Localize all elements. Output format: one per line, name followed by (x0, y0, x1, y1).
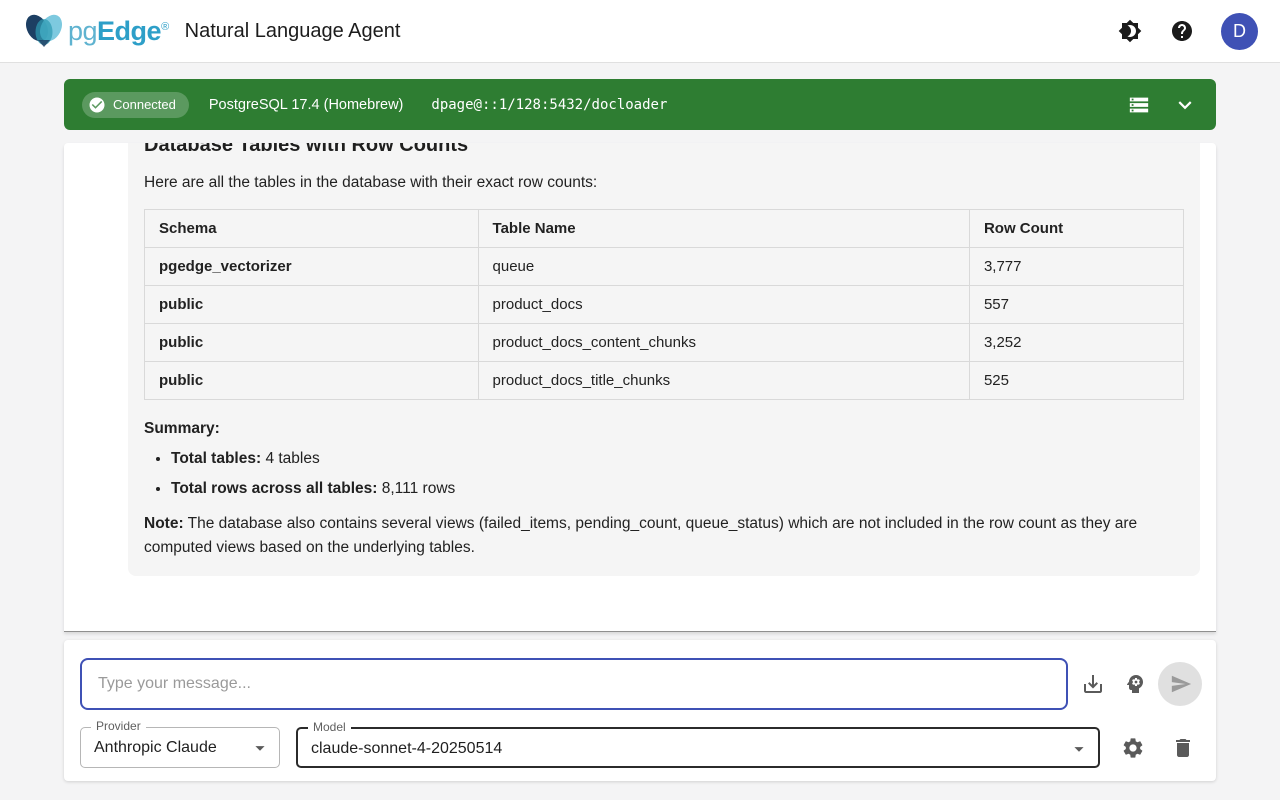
connection-expand-button[interactable] (1172, 92, 1198, 118)
cell-table-name: product_docs_content_chunks (478, 324, 969, 362)
column-header-table-name: Table Name (478, 210, 969, 248)
table-row: public product_docs 557 (145, 286, 1184, 324)
list-item: Total rows across all tables: 8,111 rows (171, 480, 1184, 498)
connection-string-text: dpage@::1/128:5432/docloader (431, 97, 667, 113)
provider-select[interactable]: Provider Anthropic Claude (80, 727, 280, 768)
pgedge-logo: pgEdge® (22, 11, 169, 51)
row-counts-table: Schema Table Name Row Count pgedge_vecto… (144, 209, 1184, 400)
connection-bar-actions (1128, 92, 1198, 118)
connection-status-bar: Connected PostgreSQL 17.4 (Homebrew) dpa… (64, 79, 1216, 130)
cell-row-count: 525 (969, 362, 1183, 400)
column-header-row-count: Row Count (969, 210, 1183, 248)
clear-chat-button[interactable] (1170, 735, 1196, 761)
page-title: Natural Language Agent (185, 20, 401, 43)
connected-badge-label: Connected (113, 97, 176, 112)
download-button[interactable] (1080, 671, 1106, 697)
list-item: Total tables: 4 tables (171, 450, 1184, 468)
summary-item-value: 8,111 rows (377, 480, 455, 497)
dropdown-arrow-icon (249, 737, 271, 759)
model-select-label: Model (308, 720, 351, 734)
server-version-text: PostgreSQL 17.4 (Homebrew) (209, 97, 404, 113)
pgedge-logo-mark (22, 11, 66, 51)
trash-icon (1171, 736, 1195, 760)
note-text: The database also contains several views… (144, 515, 1137, 556)
help-icon (1170, 19, 1194, 43)
table-header-row: Schema Table Name Row Count (145, 210, 1184, 248)
psychology-icon (1123, 672, 1147, 696)
note-label: Note: (144, 515, 184, 532)
model-select-value: claude-sonnet-4-20250514 (298, 729, 1098, 768)
table-row: public product_docs_title_chunks 525 (145, 362, 1184, 400)
ai-thinking-button[interactable] (1122, 671, 1148, 697)
help-button[interactable] (1169, 18, 1195, 44)
composer-panel: Provider Anthropic Claude Model claude-s… (64, 640, 1216, 781)
cell-row-count: 3,777 (969, 248, 1183, 286)
brightness-icon (1118, 19, 1142, 43)
cell-table-name: product_docs_title_chunks (478, 362, 969, 400)
message-note: Note: The database also contains several… (144, 512, 1184, 560)
cell-schema: pgedge_vectorizer (145, 248, 479, 286)
cell-row-count: 3,252 (969, 324, 1183, 362)
app-header: pgEdge® Natural Language Agent D (0, 0, 1280, 63)
send-icon (1170, 673, 1192, 695)
cell-schema: public (145, 324, 479, 362)
message-input[interactable] (80, 658, 1068, 710)
check-circle-icon (88, 96, 106, 114)
summary-item-value: 4 tables (261, 450, 320, 467)
cell-row-count: 557 (969, 286, 1183, 324)
pgedge-logo-text: pgEdge® (68, 16, 169, 47)
assistant-message-card: Database Tables with Row Counts Here are… (128, 143, 1200, 576)
message-intro-text: Here are all the tables in the database … (144, 174, 1184, 192)
provider-select-label: Provider (91, 719, 146, 733)
dropdown-arrow-icon (1068, 738, 1090, 760)
cell-table-name: product_docs (478, 286, 969, 324)
cell-schema: public (145, 362, 479, 400)
summary-item-label: Total rows across all tables: (171, 480, 377, 497)
message-heading: Database Tables with Row Counts (144, 143, 1184, 157)
connection-details-button[interactable] (1128, 94, 1150, 116)
send-button[interactable] (1158, 662, 1202, 706)
settings-button[interactable] (1120, 735, 1146, 761)
user-avatar[interactable]: D (1221, 13, 1258, 50)
download-icon (1081, 672, 1105, 696)
storage-icon (1128, 94, 1150, 116)
header-actions: D (1117, 13, 1258, 50)
chevron-down-icon (1172, 92, 1198, 118)
column-header-schema: Schema (145, 210, 479, 248)
summary-item-label: Total tables: (171, 450, 261, 467)
chat-history-panel[interactable]: Database Tables with Row Counts Here are… (64, 143, 1216, 632)
connected-badge: Connected (82, 92, 189, 118)
dark-mode-toggle-button[interactable] (1117, 18, 1143, 44)
cell-schema: public (145, 286, 479, 324)
gear-icon (1121, 736, 1145, 760)
summary-list: Total tables: 4 tables Total rows across… (171, 450, 1184, 498)
table-row: pgedge_vectorizer queue 3,777 (145, 248, 1184, 286)
cell-table-name: queue (478, 248, 969, 286)
summary-heading: Summary: (144, 420, 1184, 438)
model-select[interactable]: Model claude-sonnet-4-20250514 (296, 727, 1100, 768)
table-row: public product_docs_content_chunks 3,252 (145, 324, 1184, 362)
